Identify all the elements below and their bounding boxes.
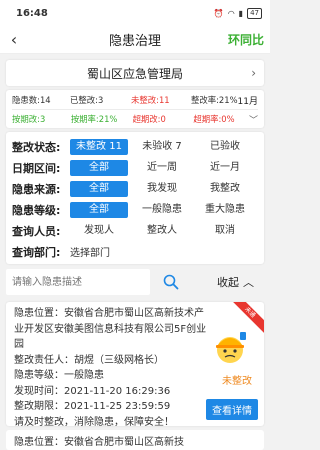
filter-option[interactable]: 我整改 — [196, 181, 254, 197]
filter-option[interactable]: 重大隐患 — [196, 202, 254, 218]
filter-person: 查询人员: 发现人 整改人 取消 — [12, 220, 258, 241]
chevron-up-icon: ︿ — [243, 276, 254, 289]
wifi-icon: ◠ — [227, 8, 235, 18]
stats-row-1: 隐患数:14 已整改:3 未整改:11 整改率:21% 11月 — [12, 93, 258, 107]
month-selector[interactable]: 11月 — [238, 94, 258, 107]
filter-option[interactable]: 一般隐患 — [133, 202, 191, 218]
filter-option[interactable]: 发现人 — [70, 223, 128, 239]
chevron-right-icon: › — [251, 66, 256, 80]
filter-label: 隐患等级: — [12, 203, 61, 217]
stat-total: 隐患数:14 — [12, 95, 51, 105]
issue-level: 隐患等级：一般隐患 — [14, 370, 104, 381]
filter-option[interactable]: 近一月 — [196, 160, 254, 176]
filter-option[interactable]: 全部 — [70, 180, 128, 197]
select-department-button[interactable]: 选择部门 — [70, 244, 110, 259]
search-row: 收起 ︿ — [6, 268, 264, 296]
filter-source: 隐患来源: 全部 我发现 我整改 — [12, 178, 258, 199]
worker-avatar-icon — [210, 326, 250, 366]
filter-option[interactable]: 全部 — [70, 201, 128, 218]
stat-overdue-rate: 超期率:0% — [193, 114, 235, 124]
issue-found-time: 发现时间：2021-11-20 16:29:36 — [14, 385, 171, 397]
filter-level: 隐患等级: 全部 一般隐患 重大隐患 — [12, 199, 258, 220]
search-input[interactable] — [6, 269, 150, 295]
filter-panel: 整改状态: 未整改 11 未验收 7 已验收 日期区间: 全部 近一周 近一月 … — [6, 132, 264, 264]
search-icon — [163, 274, 179, 290]
filter-status: 整改状态: 未整改 11 未验收 7 已验收 — [12, 136, 258, 157]
filter-option[interactable]: 近一周 — [133, 160, 191, 176]
search-button[interactable] — [156, 268, 186, 296]
issue-location: 隐患位置：安徽省合肥市蜀山区高新技 — [14, 437, 184, 448]
signal-icon: ▮ — [238, 8, 244, 18]
filter-option[interactable]: 已验收 — [196, 139, 254, 155]
status-icons: ⏰ ◠ ▮ 47 — [213, 7, 262, 19]
nav-bar: ‹ 隐患治理 环同比 — [0, 26, 270, 54]
view-detail-button[interactable]: 查看详情 — [206, 399, 258, 420]
issue-details: 隐患位置：安徽省合肥市蜀山区高新技术产业开发区安徽美图信息科技有限公司5F创业园… — [14, 306, 210, 426]
stats-row-2: 按期改:3 按期率:21% 超期改:0 超期率:0% ﹀ — [12, 112, 258, 126]
filter-label: 隐患来源: — [12, 182, 61, 196]
stat-overdue: 超期改:0 — [132, 114, 166, 124]
issue-location: 隐患位置：安徽省合肥市蜀山区高新技术产业开发区安徽美图信息科技有限公司5F创业园 — [14, 308, 207, 350]
divider — [12, 109, 258, 110]
chevron-down-icon[interactable]: ﹀ — [240, 113, 258, 126]
filter-option[interactable]: 取消 — [196, 223, 254, 239]
stat-on-time-rate: 按期率:21% — [70, 114, 118, 124]
stat-on-time: 按期改:3 — [12, 114, 46, 124]
status-bar: 16:48 ⏰ ◠ ▮ 47 — [0, 0, 270, 26]
filter-option[interactable]: 整改人 — [133, 223, 191, 239]
issue-deadline: 整改期限：2021-11-25 23:59:59 — [14, 401, 171, 412]
back-button[interactable]: ‹ — [0, 26, 28, 54]
issue-owner: 整改责任人：胡煜（三级网格长） — [14, 354, 164, 366]
filter-label: 整改状态: — [12, 140, 61, 154]
filter-label: 查询部门: — [12, 245, 61, 259]
back-arrow-icon: ‹ — [10, 30, 18, 49]
filter-option[interactable]: 未整改 11 — [70, 138, 128, 155]
alarm-icon: ⏰ — [213, 8, 224, 18]
issue-note: 请及时整改，消除隐患，保障安全！ — [14, 416, 174, 427]
stats-card: 隐患数:14 已整改:3 未整改:11 整改率:21% 11月 按期改:3 按期… — [6, 90, 264, 128]
collapse-button[interactable]: 收起 ︿ — [217, 274, 264, 290]
filter-dept: 查询部门: 选择部门 — [12, 241, 258, 262]
collapse-label: 收起 — [217, 276, 239, 289]
filter-label: 查询人员: — [12, 224, 61, 238]
department-selector[interactable]: 蜀山区应急管理局 › — [6, 60, 264, 86]
department-name: 蜀山区应急管理局 — [86, 66, 183, 81]
compare-button[interactable]: 环同比 — [228, 31, 264, 48]
stat-rate: 整改率:21% — [190, 95, 238, 105]
stat-closed: 已整改:3 — [70, 95, 104, 105]
issue-card[interactable]: 未通 隐患位置：安徽省合肥市蜀山区高新技术产业开发区安徽美图信息科技有限公司5F… — [6, 302, 264, 426]
filter-label: 日期区间: — [12, 161, 61, 175]
stat-unrectified: 未整改:11 — [131, 95, 170, 105]
battery-icon: 47 — [247, 7, 262, 19]
filter-option[interactable]: 未验收 7 — [133, 139, 191, 155]
issue-status-badge: 未整改 — [222, 376, 252, 387]
filter-option[interactable]: 全部 — [70, 159, 128, 176]
filter-date: 日期区间: 全部 近一周 近一月 — [12, 157, 258, 178]
filter-option[interactable]: 我发现 — [133, 181, 191, 197]
issue-card[interactable]: 隐患位置：安徽省合肥市蜀山区高新技 — [6, 430, 264, 450]
status-time: 16:48 — [16, 7, 48, 19]
